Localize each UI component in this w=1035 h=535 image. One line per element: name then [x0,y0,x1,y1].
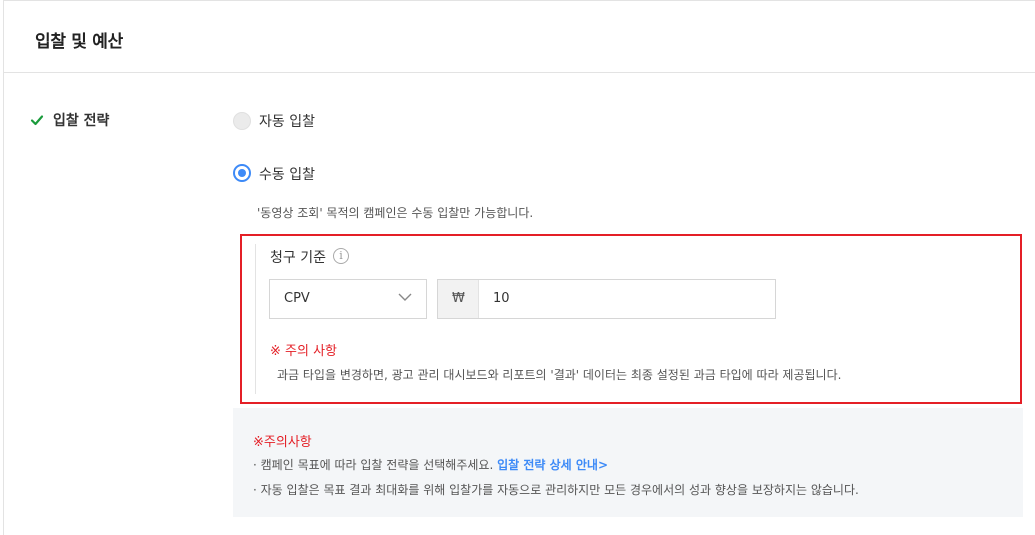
bid-strategy-label: 입찰 전략 [53,113,110,129]
manual-bid-label[interactable]: 수동 입찰 [259,164,315,184]
bid-strategy-guide-link[interactable]: 입찰 전략 상세 안내 [497,458,598,472]
auto-bid-label[interactable]: 자동 입찰 [259,111,315,131]
billing-type-value: CPV [284,291,310,306]
info-icon[interactable]: i [333,248,349,264]
warning-text: 과금 타입을 변경하면, 광고 관리 대시보드와 리포트의 '결과' 데이터는 … [277,368,842,382]
billing-basis-label: 청구 기준 [270,250,326,266]
notice-box: ※주의사항 · 캠페인 목표에 따라 입찰 전략을 선택해주세요. 입찰 전략 … [233,408,1023,517]
currency-symbol: ₩ [452,291,465,306]
notice-line-1-text: · 캠페인 목표에 따라 입찰 전략을 선택해주세요. [253,458,498,472]
panel-header: 입찰 및 예산 [4,1,1035,73]
auto-bid-radio[interactable] [233,112,251,130]
currency-prefix: ₩ [438,280,479,318]
notice-title: ※주의사항 [253,435,312,450]
page-title: 입찰 및 예산 [35,32,123,52]
manual-bid-radio[interactable] [233,164,251,182]
link-arrow-icon[interactable]: > [598,458,608,472]
bid-amount-input[interactable]: ₩ 10 [437,279,776,319]
manual-bid-note: '동영상 조회' 목적의 캠페인은 수동 입찰만 가능합니다. [257,206,534,220]
bid-amount-value[interactable]: 10 [493,291,510,306]
notice-line-1: · 캠페인 목표에 따라 입찰 전략을 선택해주세요. 입찰 전략 상세 안내> [253,456,608,473]
warning-title: ※ 주의 사항 [270,344,337,359]
notice-line-2: · 자동 입찰은 목표 결과 최대화를 위해 입찰가를 자동으로 관리하지만 모… [253,483,859,497]
section-divider [255,244,256,394]
chevron-down-icon [398,293,412,301]
billing-type-select[interactable]: CPV [269,279,427,319]
check-icon [30,115,44,126]
